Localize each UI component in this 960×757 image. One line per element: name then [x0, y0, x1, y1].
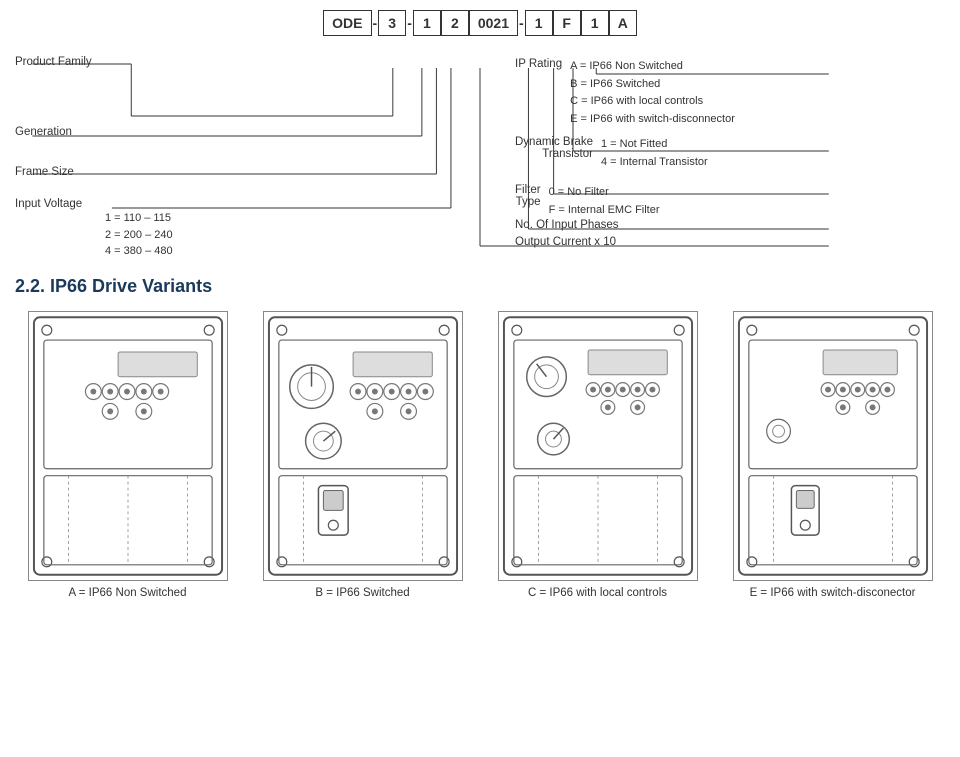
variant-b-label: B = IP66 Switched	[315, 587, 409, 599]
code-f: F	[553, 10, 581, 36]
variant-b-image	[263, 311, 463, 581]
code-3: 3	[378, 10, 406, 36]
code-ode: ODE	[323, 10, 371, 36]
filter-type-label: FilterType 0 = No Filter F = Internal EM…	[515, 184, 945, 219]
variant-c-card: C = IP66 with local controls	[485, 311, 710, 599]
part-number-code: ODE - 3 - 1 2 0021 - 1 F 1 A	[15, 10, 945, 36]
variant-b-svg	[264, 312, 462, 580]
variant-b-card: B = IP66 Switched	[250, 311, 475, 599]
generation-label: Generation	[15, 124, 72, 138]
code-1c: 1	[581, 10, 609, 36]
frame-size-label: Frame Size	[15, 164, 74, 178]
code-0021: 0021	[469, 10, 518, 36]
ip-rating-label: IP Rating A = IP66 Non Switched B = IP66…	[515, 58, 945, 128]
variant-e-card: E = IP66 with switch-disconector	[720, 311, 945, 599]
code-1b: 1	[525, 10, 553, 36]
variant-a-label: A = IP66 Non Switched	[69, 587, 187, 599]
variant-c-svg	[499, 312, 697, 580]
variant-a-svg	[29, 312, 227, 580]
variant-a-image	[28, 311, 228, 581]
variant-c-image	[498, 311, 698, 581]
code-a: A	[609, 10, 637, 36]
sep1: -	[372, 15, 379, 31]
variant-c-label: C = IP66 with local controls	[528, 587, 667, 599]
dynamic-brake-label: Dynamic BrakeTransistor 1 = Not Fitted 4…	[515, 136, 945, 171]
code-1a: 1	[413, 10, 441, 36]
part-diagram-area: Product Family Generation Frame Size Inp…	[15, 36, 945, 266]
sep3: -	[518, 15, 525, 31]
variant-a-card: A = IP66 Non Switched	[15, 311, 240, 599]
variant-e-label: E = IP66 with switch-disconector	[750, 587, 916, 599]
input-voltage-label: Input Voltage 1 = 110 – 115 2 = 200 – 24…	[15, 196, 173, 260]
code-2: 2	[441, 10, 469, 36]
product-family-label: Product Family	[15, 54, 92, 68]
no-input-phases-label: No. Of Input Phases	[515, 219, 945, 231]
sep2: -	[406, 15, 413, 31]
output-current-label: Output Current x 10	[515, 236, 945, 248]
variants-grid: A = IP66 Non Switched	[15, 311, 945, 599]
variant-e-image	[733, 311, 933, 581]
variant-e-svg	[734, 312, 932, 580]
section-title: 2.2. IP66 Drive Variants	[15, 276, 945, 297]
